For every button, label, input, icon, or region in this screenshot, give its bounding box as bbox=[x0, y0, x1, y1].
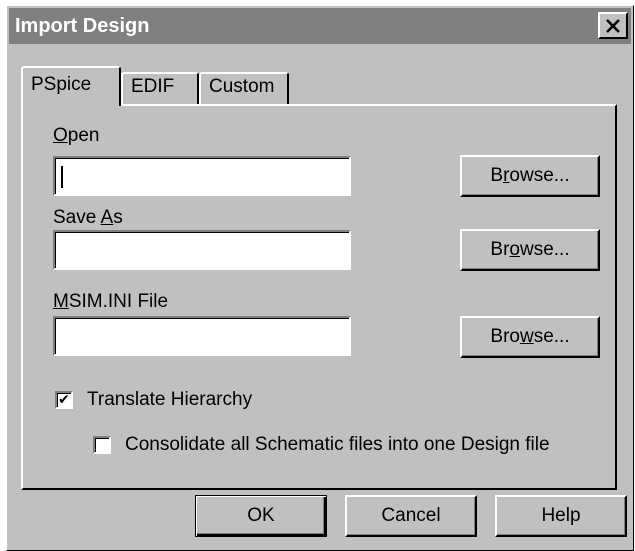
title-bar: Import Design bbox=[9, 8, 631, 44]
help-button[interactable]: Help bbox=[495, 495, 627, 537]
consolidate-label: Consolidate all Schematic files into one… bbox=[125, 434, 550, 455]
tab-pspice-label: PSpice bbox=[31, 74, 92, 95]
pspice-tab-panel: Open Br owse... Save As Br o wse... MSIM.IN… bbox=[21, 104, 617, 490]
save-as-label: Save As bbox=[53, 207, 123, 228]
text-caret bbox=[61, 166, 63, 188]
checkmark-icon: ✔ bbox=[58, 392, 70, 408]
close-button[interactable] bbox=[598, 12, 628, 39]
consolidate-checkbox[interactable] bbox=[93, 436, 111, 454]
msim-ini-field-wrapper bbox=[53, 316, 351, 356]
tab-edif-label: EDIF bbox=[131, 76, 175, 97]
tab-pspice[interactable]: PSpice bbox=[21, 66, 121, 106]
translate-hierarchy-label: Translate Hierarchy bbox=[87, 389, 253, 410]
translate-hierarchy-checkbox[interactable]: ✔ bbox=[55, 391, 73, 409]
open-field-wrapper bbox=[53, 156, 351, 196]
msim-ini-label: MSIM.INI File bbox=[53, 291, 169, 312]
save-as-field[interactable] bbox=[55, 232, 349, 268]
tab-edif[interactable]: EDIF bbox=[121, 72, 199, 104]
open-browse-button[interactable]: Br owse... bbox=[460, 155, 600, 197]
close-icon bbox=[606, 18, 620, 33]
msim-ini-browse-button[interactable]: Bro w se... bbox=[460, 316, 600, 358]
save-as-browse-button[interactable]: Br o wse... bbox=[460, 229, 600, 271]
import-design-dialog: Import Design PSpice EDIF Custom Open Br… bbox=[6, 5, 634, 551]
open-label: Open bbox=[53, 125, 100, 146]
ok-button[interactable]: OK bbox=[195, 495, 327, 537]
msim-ini-field[interactable] bbox=[55, 318, 349, 354]
tab-custom-label: Custom bbox=[209, 76, 275, 97]
open-field[interactable] bbox=[55, 158, 349, 194]
save-as-field-wrapper bbox=[53, 230, 351, 270]
cancel-button[interactable]: Cancel bbox=[345, 495, 477, 537]
dialog-title: Import Design bbox=[15, 15, 150, 37]
tab-custom[interactable]: Custom bbox=[199, 72, 289, 104]
